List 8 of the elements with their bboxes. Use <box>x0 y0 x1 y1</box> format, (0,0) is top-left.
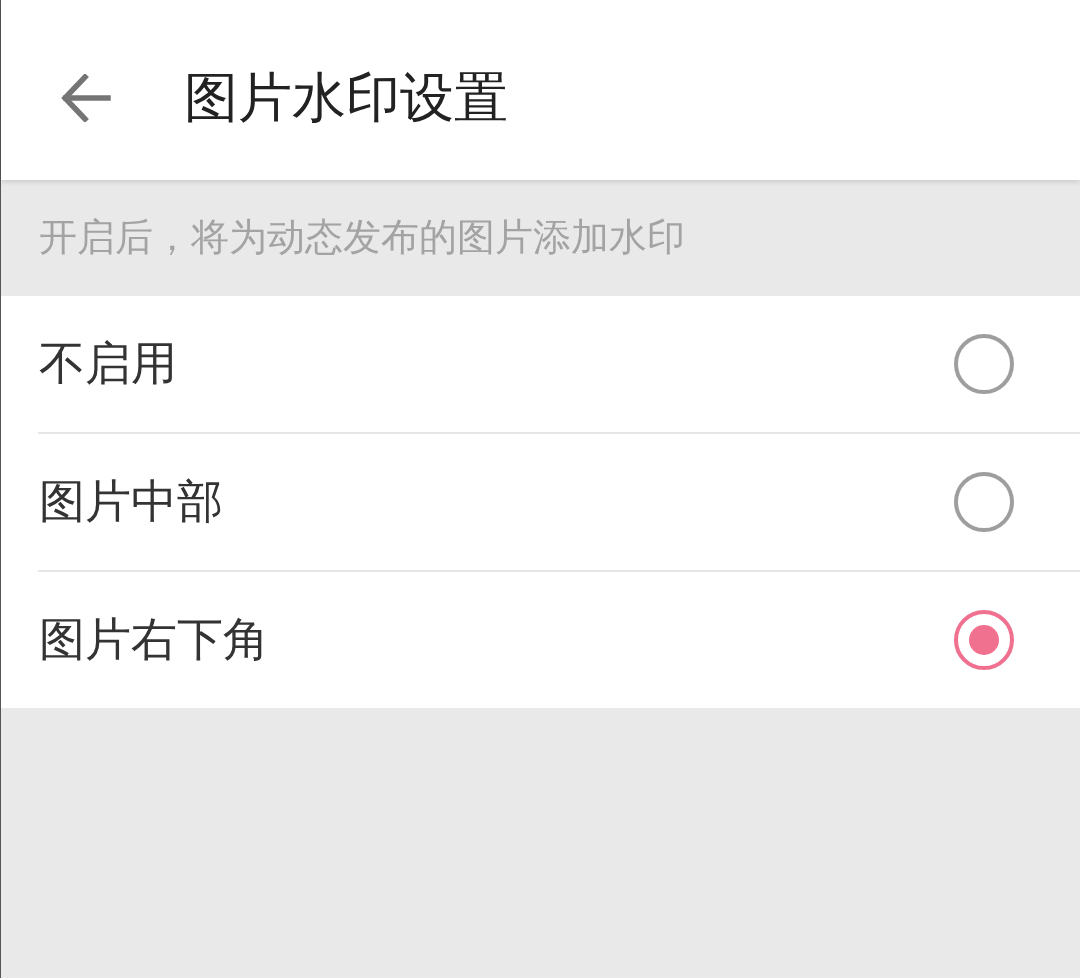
radio-button[interactable] <box>954 472 1014 532</box>
radio-button[interactable] <box>954 334 1014 394</box>
option-label: 图片中部 <box>39 474 223 530</box>
hint-text: 开启后，将为动态发布的图片添加水印 <box>39 215 685 261</box>
option-label: 不启用 <box>39 336 177 392</box>
option-label: 图片右下角 <box>39 612 269 668</box>
screen-title: 图片水印设置 <box>184 65 508 131</box>
radio-button[interactable] <box>954 610 1014 670</box>
